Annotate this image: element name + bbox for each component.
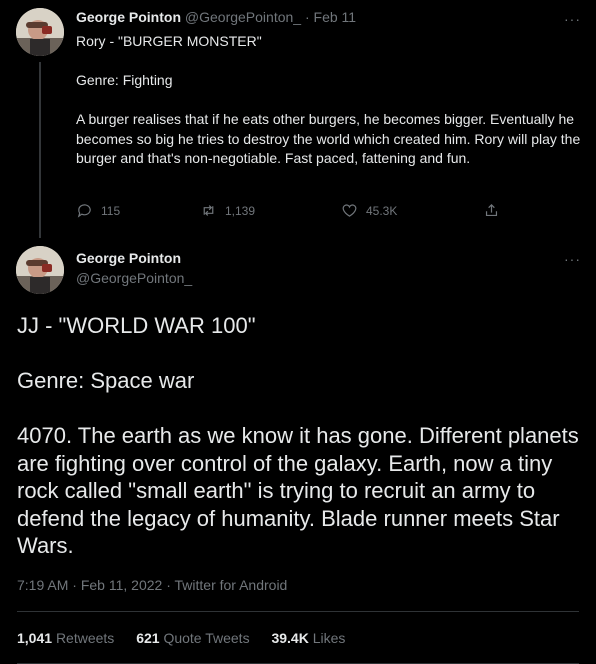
more-options-button[interactable]: ··· [564,12,581,26]
retweet-count: 1,139 [225,203,256,218]
retweet-button[interactable]: 1,139 [200,202,255,219]
tweet-line: Rory - "BURGER MONSTER" [76,33,262,49]
tweet-line: JJ - "WORLD WAR 100" [17,313,256,338]
tweet1-header: George Pointon @GeorgePointon_ · Feb 11 [76,9,356,25]
quote-tweets-stat[interactable]: 621 Quote Tweets [136,630,253,646]
tweet-time[interactable]: 7:19 AM [17,577,68,593]
avatar-image [16,246,64,294]
tweet-metadata: 7:19 AM · Feb 11, 2022 · Twitter for And… [17,577,287,593]
tweet1-text: Rory - "BURGER MONSTER" Genre: Fighting … [76,32,581,169]
tweet-date[interactable]: Feb 11 [314,9,357,25]
author-name[interactable]: George Pointon [76,9,181,25]
like-count: 45.3K [366,203,398,218]
reply-button[interactable]: 115 [76,202,120,219]
like-button[interactable]: 45.3K [341,202,397,219]
avatar[interactable] [16,8,64,56]
tweet-source[interactable]: Twitter for Android [175,577,288,593]
retweet-icon [203,205,214,216]
avatar-image [16,8,64,56]
tweet-line: A burger realises that if he eats other … [76,111,581,166]
retweets-label: Retweets [55,630,115,646]
quote-tweets-label: Quote Tweets [163,630,250,646]
divider [17,611,579,612]
author-handle[interactable]: @GeorgePointon_ [76,268,192,288]
heart-icon [342,204,357,217]
retweets-count: 1,041 [17,630,53,646]
separator-dot: · [72,577,77,593]
tweet-line: 4070. The earth as we know it has gone. … [17,423,579,558]
retweets-stat[interactable]: 1,041 Retweets [17,630,118,646]
tweet-date[interactable]: Feb 11, 2022 [81,577,162,593]
more-options-button[interactable]: ··· [564,252,581,266]
thread-line [39,62,41,238]
avatar[interactable] [16,246,64,294]
separator-dot: · [304,9,310,25]
tweet2-header: George Pointon @GeorgePointon_ [76,248,192,288]
reply-icon [77,204,91,218]
likes-count: 39.4K [271,630,309,646]
tweet-stats: 1,041 Retweets 621 Quote Tweets 39.4K Li… [17,630,363,646]
tweet-line: Genre: Space war [17,368,195,393]
author-handle[interactable]: @GeorgePointon_ [185,9,301,25]
share-button[interactable] [483,202,500,219]
tweet-line: Genre: Fighting [76,72,173,88]
quote-tweets-count: 621 [136,630,160,646]
tweet2-text: JJ - "WORLD WAR 100" Genre: Space war 40… [17,312,582,560]
author-name[interactable]: George Pointon [76,248,192,268]
likes-stat[interactable]: 39.4K Likes [271,630,345,646]
likes-label: Likes [312,630,346,646]
separator-dot: · [166,577,171,593]
share-icon [485,203,498,217]
reply-count: 115 [101,203,121,218]
